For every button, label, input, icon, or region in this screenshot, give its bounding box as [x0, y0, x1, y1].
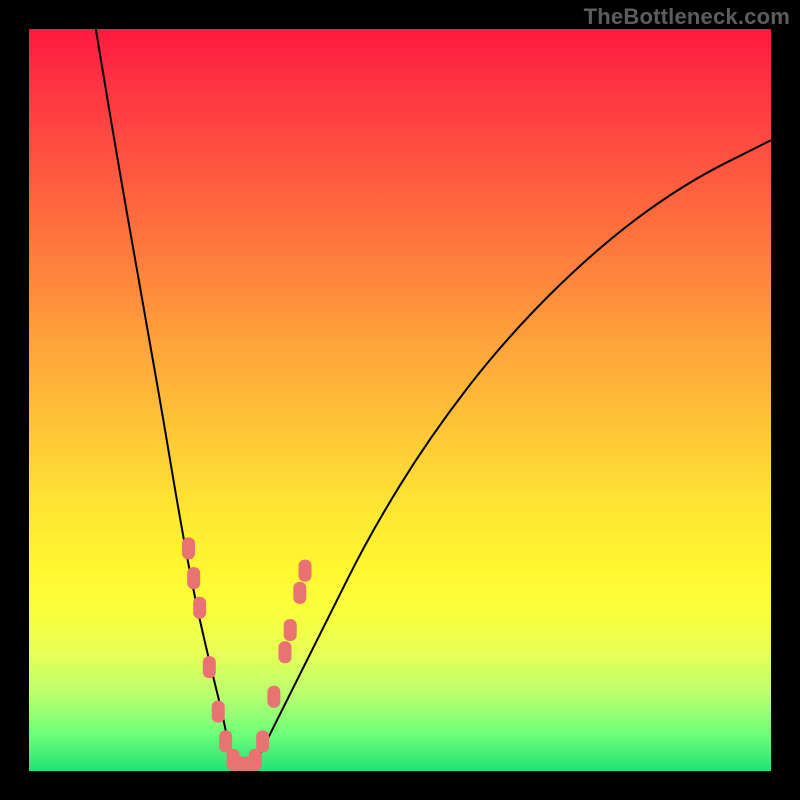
marker-point — [256, 730, 269, 752]
watermark-text: TheBottleneck.com — [584, 4, 790, 30]
series-right-branch — [252, 140, 771, 771]
marker-point — [249, 749, 262, 771]
plot-area — [29, 29, 771, 771]
marker-point — [267, 686, 280, 708]
marker-point — [284, 619, 297, 641]
curve-layer — [96, 29, 771, 771]
series-left-branch — [96, 29, 237, 771]
marker-point — [187, 567, 200, 589]
marker-point — [293, 582, 306, 604]
marker-point — [203, 656, 216, 678]
marker-point — [219, 730, 232, 752]
marker-point — [182, 537, 195, 559]
marker-point — [193, 597, 206, 619]
marker-point — [299, 560, 312, 582]
marker-point — [278, 641, 291, 663]
chart-svg — [29, 29, 771, 771]
marker-point — [212, 701, 225, 723]
chart-frame: TheBottleneck.com — [0, 0, 800, 800]
marker-layer — [182, 537, 311, 771]
